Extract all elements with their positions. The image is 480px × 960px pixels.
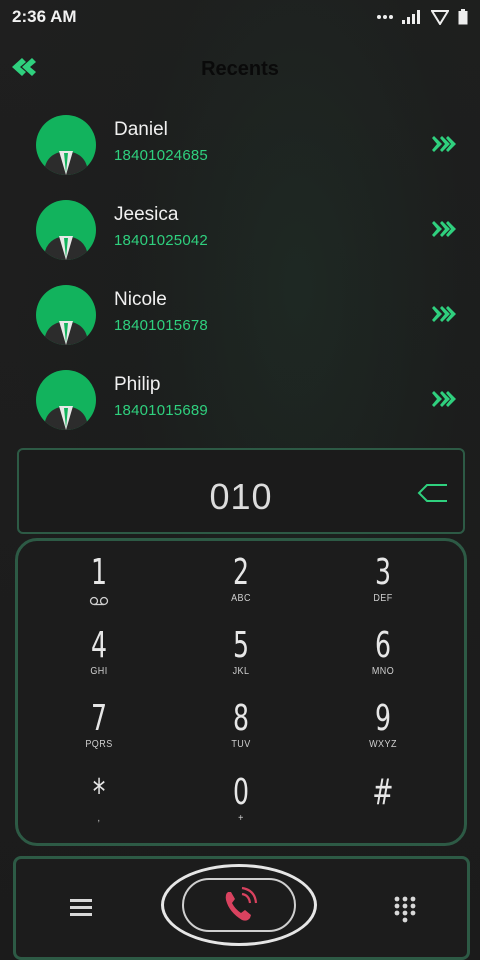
menu-icon[interactable] xyxy=(70,897,92,917)
key-letters: + xyxy=(238,813,244,824)
avatar xyxy=(36,200,96,260)
avatar xyxy=(36,285,96,345)
contact-name: Nicole xyxy=(114,289,167,310)
key-7[interactable]: 7 PQRS xyxy=(39,699,159,765)
key-3[interactable]: 3 DEF xyxy=(323,553,443,619)
key-digit: 7 xyxy=(90,698,108,739)
key-0[interactable]: 0 + xyxy=(181,773,301,839)
key-letters: GHI xyxy=(90,666,108,677)
key-digit: 5 xyxy=(232,625,250,666)
key-digit: 4 xyxy=(90,625,108,666)
list-item[interactable]: Philip 18401015689 xyxy=(0,370,480,454)
list-item[interactable]: Nicole 18401015678 xyxy=(0,285,480,369)
key-8[interactable]: 8 TUV xyxy=(181,699,301,765)
call-button[interactable] xyxy=(161,864,317,946)
key-letters: PQRS xyxy=(85,739,113,750)
avatar xyxy=(36,115,96,175)
key-letters: WXYZ xyxy=(369,739,397,750)
key-letters: TUV xyxy=(231,739,251,750)
top-bar: Recents xyxy=(0,48,480,88)
key-digit: 0 xyxy=(232,772,250,813)
signal-icon xyxy=(402,10,420,24)
dialed-number: 010 xyxy=(209,476,273,517)
contact-name: Daniel xyxy=(114,119,168,140)
contact-number: 18401025042 xyxy=(114,232,208,249)
contact-number: 18401024685 xyxy=(114,147,208,164)
key-digit: 9 xyxy=(374,698,392,739)
contact-number: 18401015689 xyxy=(114,402,208,419)
key-letters: , xyxy=(97,813,101,824)
contact-name: Philip xyxy=(114,374,161,395)
more-dots-icon xyxy=(377,15,393,19)
status-time: 2:36 AM xyxy=(12,7,77,26)
call-button-inner xyxy=(182,878,296,932)
voicemail-icon xyxy=(89,596,109,606)
double-chevron-right-icon[interactable] xyxy=(432,305,458,323)
double-chevron-right-icon[interactable] xyxy=(432,220,458,238)
wifi-icon xyxy=(431,10,449,25)
contact-name: Jeesica xyxy=(114,204,179,225)
key-hash[interactable]: # xyxy=(323,773,443,839)
status-icons xyxy=(377,7,468,27)
avatar xyxy=(36,370,96,430)
key-2[interactable]: 2 ABC xyxy=(181,553,301,619)
phone-call-icon xyxy=(225,886,258,921)
double-chevron-right-icon[interactable] xyxy=(432,390,458,408)
contact-number: 18401015678 xyxy=(114,317,208,334)
key-digit: 6 xyxy=(374,625,392,666)
key-4[interactable]: 4 GHI xyxy=(39,626,159,692)
double-chevron-right-icon[interactable] xyxy=(432,135,458,153)
key-9[interactable]: 9 WXYZ xyxy=(323,699,443,765)
page-title: Recents xyxy=(201,58,279,80)
backspace-icon[interactable] xyxy=(417,482,449,504)
key-digit: 8 xyxy=(232,698,250,739)
key-1[interactable]: 1 xyxy=(39,553,159,619)
key-letters: DEF xyxy=(373,593,393,604)
key-5[interactable]: 5 JKL xyxy=(181,626,301,692)
key-digit: 3 xyxy=(374,552,392,593)
key-letters: JKL xyxy=(232,666,250,677)
key-star[interactable]: * , xyxy=(39,773,159,839)
bottom-bar xyxy=(13,856,470,960)
key-digit: 2 xyxy=(232,552,250,593)
key-digit: 1 xyxy=(90,552,108,593)
key-digit: # xyxy=(372,772,394,813)
key-letters: ABC xyxy=(231,593,251,604)
list-item[interactable]: Daniel 18401024685 xyxy=(0,115,480,199)
key-6[interactable]: 6 MNO xyxy=(323,626,443,692)
number-display: 010 xyxy=(17,448,465,534)
status-bar: 2:36 AM xyxy=(0,0,480,34)
dialpad-icon[interactable] xyxy=(393,895,417,923)
key-digit: * xyxy=(92,772,106,813)
battery-icon xyxy=(458,9,468,25)
keypad: 1 2 ABC 3 DEF 4 GHI 5 JKL 6 MNO 7 PQRS 8… xyxy=(15,538,467,846)
list-item[interactable]: Jeesica 18401025042 xyxy=(0,200,480,284)
key-letters: MNO xyxy=(371,666,395,677)
